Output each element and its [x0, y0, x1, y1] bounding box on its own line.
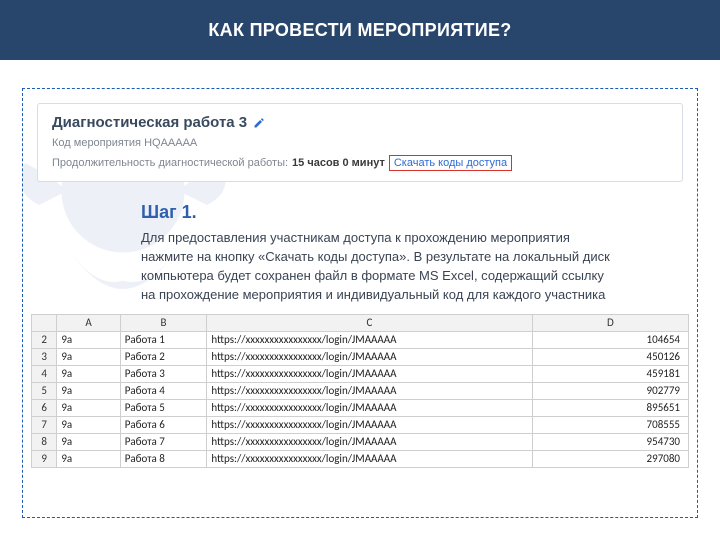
excel-row-number: 7: [32, 417, 57, 434]
event-title-text: Диагностическая работа 3: [52, 114, 247, 131]
event-duration-value: 15 часов 0 минут: [292, 157, 385, 169]
excel-cell: https://xxxxxxxxxxxxxxxx/login/JMAAAAA: [207, 349, 532, 366]
excel-cell: 104654: [532, 332, 688, 349]
table-row: 79аРабота 6https://xxxxxxxxxxxxxxxx/logi…: [32, 417, 689, 434]
table-row: 49аРабота 3https://xxxxxxxxxxxxxxxx/logi…: [32, 366, 689, 383]
excel-cell: 708555: [532, 417, 688, 434]
excel-cell: 9а: [57, 349, 120, 366]
excel-col-a: A: [57, 315, 120, 332]
excel-corner-cell: [32, 315, 57, 332]
excel-cell: https://xxxxxxxxxxxxxxxx/login/JMAAAAA: [207, 383, 532, 400]
event-duration-label: Продолжительность диагностической работы…: [52, 157, 288, 169]
table-row: 69аРабота 5https://xxxxxxxxxxxxxxxx/logi…: [32, 400, 689, 417]
excel-col-d: D: [532, 315, 688, 332]
excel-cell: Работа 6: [120, 417, 207, 434]
excel-cell: Работа 8: [120, 451, 207, 468]
excel-cell: 895651: [532, 400, 688, 417]
table-row: 29аРабота 1https://xxxxxxxxxxxxxxxx/logi…: [32, 332, 689, 349]
event-code-label: Код мероприятия: [52, 137, 141, 149]
step-title: Шаг 1.: [141, 202, 683, 223]
event-title: Диагностическая работа 3: [52, 114, 668, 131]
excel-row-number: 2: [32, 332, 57, 349]
table-row: 89аРабота 7https://xxxxxxxxxxxxxxxx/logi…: [32, 434, 689, 451]
event-code-row: Код мероприятия HQAAAAA: [52, 137, 668, 149]
excel-cell: 297080: [532, 451, 688, 468]
excel-cell: 9а: [57, 417, 120, 434]
excel-cell: 9а: [57, 434, 120, 451]
excel-cell: Работа 1: [120, 332, 207, 349]
excel-row-number: 3: [32, 349, 57, 366]
excel-cell: Работа 3: [120, 366, 207, 383]
table-row: 99аРабота 8https://xxxxxxxxxxxxxxxx/logi…: [32, 451, 689, 468]
excel-row-number: 8: [32, 434, 57, 451]
event-card: Диагностическая работа 3 Код мероприятия…: [37, 103, 683, 182]
step-description: Для предоставления участникам доступа к …: [141, 229, 611, 304]
excel-cell: https://xxxxxxxxxxxxxxxx/login/JMAAAAA: [207, 434, 532, 451]
step-block: Шаг 1. Для предоставления участникам дос…: [141, 202, 683, 304]
excel-row-number: 4: [32, 366, 57, 383]
table-row: 59аРабота 4https://xxxxxxxxxxxxxxxx/logi…: [32, 383, 689, 400]
excel-cell: https://xxxxxxxxxxxxxxxx/login/JMAAAAA: [207, 366, 532, 383]
excel-cell: https://xxxxxxxxxxxxxxxx/login/JMAAAAA: [207, 417, 532, 434]
excel-cell: https://xxxxxxxxxxxxxxxx/login/JMAAAAA: [207, 400, 532, 417]
excel-table: A B C D 29аРабота 1https://xxxxxxxxxxxxx…: [31, 314, 689, 468]
excel-cell: 459181: [532, 366, 688, 383]
pencil-icon[interactable]: [253, 117, 265, 129]
excel-cell: Работа 4: [120, 383, 207, 400]
table-row: 39аРабота 2https://xxxxxxxxxxxxxxxx/logi…: [32, 349, 689, 366]
excel-col-c: C: [207, 315, 532, 332]
content-frame: Диагностическая работа 3 Код мероприятия…: [22, 88, 698, 518]
excel-col-b: B: [120, 315, 207, 332]
excel-cell: https://xxxxxxxxxxxxxxxx/login/JMAAAAA: [207, 332, 532, 349]
excel-cell: 902779: [532, 383, 688, 400]
excel-cell: https://xxxxxxxxxxxxxxxx/login/JMAAAAA: [207, 451, 532, 468]
excel-cell: 9а: [57, 400, 120, 417]
download-codes-link[interactable]: Скачать коды доступа: [389, 155, 512, 171]
event-code-value: HQAAAAA: [144, 137, 197, 149]
excel-cell: 9а: [57, 383, 120, 400]
excel-row-number: 9: [32, 451, 57, 468]
excel-cell: 9а: [57, 366, 120, 383]
page-header: КАК ПРОВЕСТИ МЕРОПРИЯТИЕ?: [0, 0, 720, 60]
excel-row-number: 5: [32, 383, 57, 400]
event-duration-row: Продолжительность диагностической работы…: [52, 155, 668, 171]
excel-cell: 9а: [57, 451, 120, 468]
excel-cell: Работа 7: [120, 434, 207, 451]
excel-preview: A B C D 29аРабота 1https://xxxxxxxxxxxxx…: [31, 314, 689, 468]
excel-header-row: A B C D: [32, 315, 689, 332]
excel-row-number: 6: [32, 400, 57, 417]
excel-cell: Работа 5: [120, 400, 207, 417]
page-title: КАК ПРОВЕСТИ МЕРОПРИЯТИЕ?: [208, 20, 511, 41]
excel-cell: 954730: [532, 434, 688, 451]
excel-cell: 9а: [57, 332, 120, 349]
excel-cell: Работа 2: [120, 349, 207, 366]
excel-cell: 450126: [532, 349, 688, 366]
